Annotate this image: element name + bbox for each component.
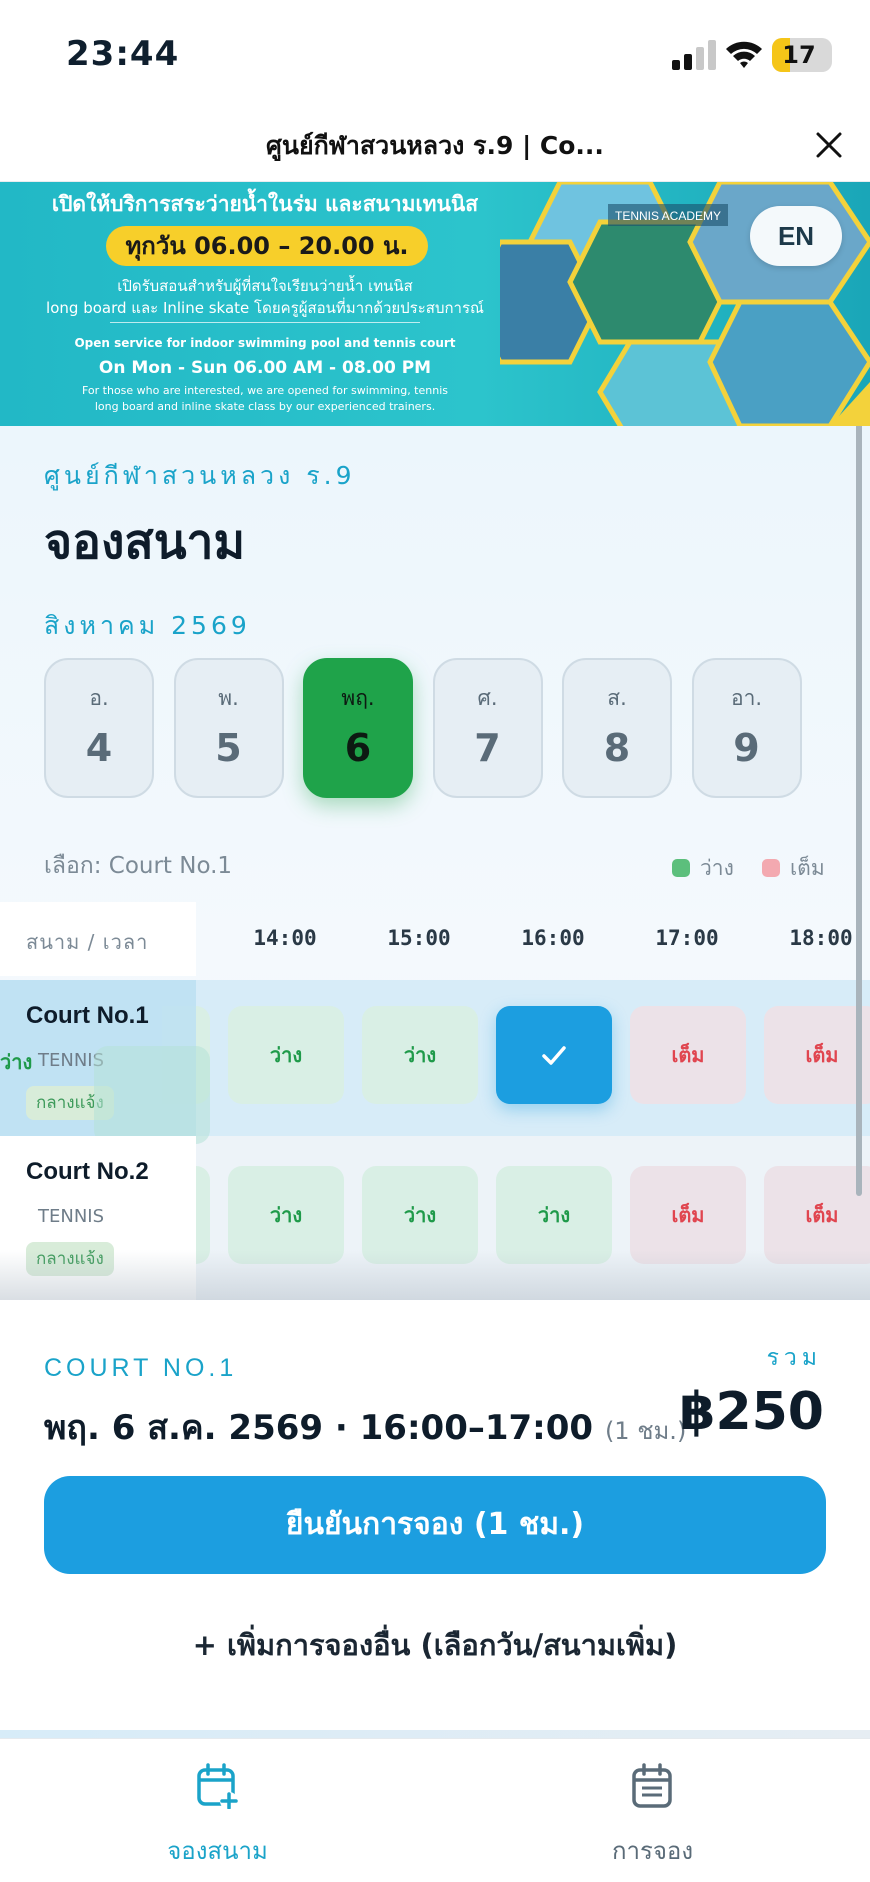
time-header: 16:00 — [521, 926, 585, 950]
banner-text-en-1: Open service for indoor swimming pool an… — [74, 336, 456, 350]
scrollbar[interactable] — [856, 426, 862, 1196]
tab-label: จองสนาม — [167, 1837, 268, 1865]
court-type: TENNIS — [38, 1206, 105, 1227]
calendar-plus-icon — [197, 1763, 238, 1809]
time-header: 15:00 — [387, 926, 451, 950]
add-another-booking-link[interactable]: + เพิ่มการจองอื่น (เลือกวัน/สนามเพิ่ม) — [0, 1622, 870, 1668]
slot-hidden-prev[interactable]: ว่าง — [0, 1046, 32, 1078]
summary-court: COURT NO.1 — [44, 1354, 238, 1382]
time-header: 14:00 — [253, 926, 317, 950]
sheet-edge — [0, 1730, 870, 1738]
day-number: 7 — [474, 726, 501, 770]
summary-price: ฿250 — [679, 1382, 824, 1442]
banner-hours-th: ทุกวัน 06.00 – 20.00 น. — [106, 226, 428, 266]
summary-duration: (1 ชม.) — [604, 1417, 687, 1445]
cellular-signal-icon — [672, 40, 716, 70]
slot-overlap — [94, 1046, 210, 1144]
time-header: 17:00 — [655, 926, 719, 950]
day-number: 4 — [85, 726, 113, 770]
banner-text-th-1: เปิดรับสอนสำหรับผู้ที่สนใจเรียนว่ายน้ำ เ… — [117, 277, 413, 295]
slot-free[interactable]: ว่าง — [228, 1006, 344, 1104]
slot-full: เต็ม — [764, 1006, 870, 1104]
banner-text-th-2: long board และ Inline skate โดยครูผู้สอน… — [46, 299, 484, 317]
tab-bar: จองสนาม การจอง — [0, 1738, 870, 1882]
month-label: สิงหาคม 2569 — [44, 611, 251, 640]
grid-corner-label: สนาม / เวลา — [26, 930, 149, 954]
page-heading: จองสนาม — [44, 514, 246, 570]
clock: 23:44 — [66, 34, 180, 74]
day-name: อ. — [89, 686, 109, 710]
day-button-4[interactable]: อ. 4 — [44, 658, 154, 798]
language-toggle-button[interactable]: EN — [750, 206, 842, 266]
slot-picked[interactable] — [496, 1006, 612, 1104]
legend-free-swatch — [672, 859, 690, 877]
venue-name: ศูนย์กีฬาสวนหลวง ร.9 — [44, 461, 356, 490]
day-name: ศ. — [477, 686, 498, 710]
promo-banner: เปิดให้บริการสระว่ายน้ำในร่ม และสนามเทนน… — [0, 182, 870, 426]
wifi-icon — [726, 41, 762, 68]
calendar-list-icon — [632, 1763, 672, 1808]
booking-panel: ศูนย์กีฬาสวนหลวง ร.9 จองสนาม สิงหาคม 256… — [0, 426, 870, 1300]
booking-summary-sheet: COURT NO.1 พฤ. 6 ส.ค. 2569 · 16:00–17:00… — [0, 1300, 870, 1732]
legend-full-label: เต็ม — [790, 856, 825, 880]
day-button-9[interactable]: อา. 9 — [691, 658, 802, 798]
court-label-1: Court No.1 TENNIS กลางแจ้ง ว่าง — [0, 980, 210, 1144]
day-name: อา. — [730, 686, 763, 710]
day-button-8[interactable]: ส. 8 — [562, 658, 672, 798]
legend-full: เต็ม — [762, 852, 825, 885]
tab-label: การจอง — [611, 1837, 694, 1865]
summary-datetime: พฤ. 6 ส.ค. 2569 · 16:00–17:00 (1 ชม.) — [44, 1400, 686, 1454]
court-name: Court No.1 — [26, 1002, 149, 1029]
check-icon — [542, 1046, 566, 1065]
day-number: 5 — [215, 726, 242, 770]
confirm-booking-button[interactable]: ยืนยันการจอง (1 ชม.) — [44, 1476, 826, 1574]
day-name: พฤ. — [341, 686, 375, 710]
day-button-5[interactable]: พ. 5 — [173, 658, 284, 798]
selected-court-label: เลือก: Court No.1 — [44, 853, 233, 879]
legend-free-label: ว่าง — [700, 856, 734, 880]
day-name: ส. — [607, 686, 627, 710]
day-number: 8 — [603, 726, 631, 770]
battery-icon: 17 — [772, 38, 832, 72]
close-icon[interactable] — [812, 128, 846, 162]
day-number: 6 — [344, 726, 372, 770]
day-name: พ. — [218, 686, 239, 710]
court-name: Court No.2 — [26, 1158, 149, 1185]
day-button-6[interactable]: พฤ. 6 — [303, 658, 413, 798]
slot-full: เต็ม — [630, 1006, 746, 1104]
tab-my-bookings[interactable]: การจอง — [435, 1739, 870, 1882]
navigation-bar: ศูนย์กีฬาสวนหลวง ร.9 | Co... — [0, 110, 870, 182]
banner-hours-en: On Mon - Sun 06.00 AM - 08.00 PM — [98, 358, 432, 378]
summary-when: พฤ. 6 ส.ค. 2569 · 16:00–17:00 — [44, 1408, 594, 1448]
banner-text-en-3: long board and inline skate class by our… — [94, 400, 436, 413]
day-number: 9 — [733, 726, 760, 770]
status-bar: 23:44 17 — [0, 0, 870, 110]
time-header: 18:00 — [789, 926, 853, 950]
tab-book-court[interactable]: จองสนาม — [0, 1739, 435, 1882]
summary-total-label: รวม — [766, 1345, 822, 1371]
legend-free: ว่าง — [672, 852, 734, 885]
banner-divider — [110, 322, 420, 323]
grid-corner: สนาม / เวลา — [0, 902, 196, 976]
banner-text-en-2: For those who are interested, we are ope… — [81, 384, 448, 397]
day-button-7[interactable]: ศ. 7 — [432, 658, 543, 798]
slot-free[interactable]: ว่าง — [362, 1006, 478, 1104]
page-title: ศูนย์กีฬาสวนหลวง ร.9 | Co... — [266, 131, 604, 160]
banner-headline: เปิดให้บริการสระว่ายน้ำในร่ม และสนามเทนน… — [51, 192, 479, 216]
battery-level: 17 — [782, 41, 816, 69]
banner-photo-sign: TENNIS ACADEMY — [615, 209, 721, 223]
legend-full-swatch — [762, 859, 780, 877]
sheet-shadow — [0, 1250, 870, 1300]
